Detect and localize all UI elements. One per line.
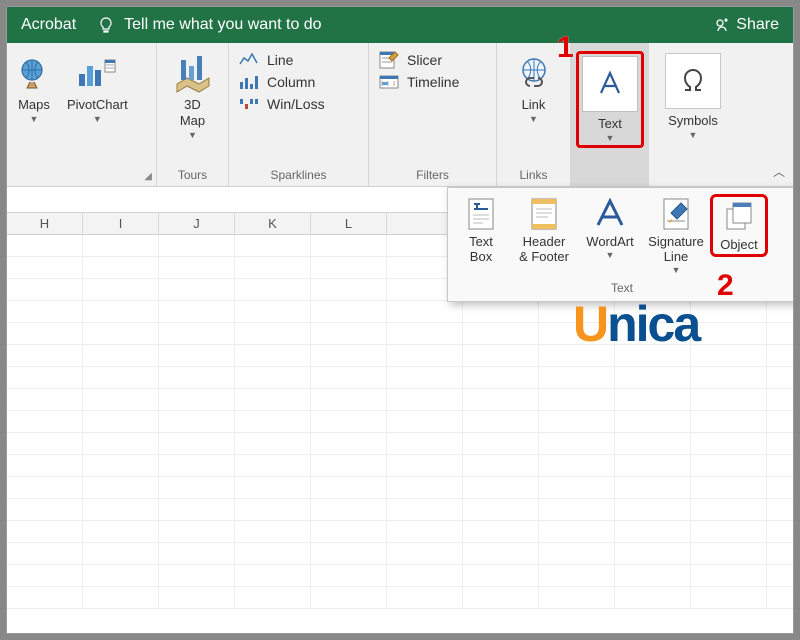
3d-map-label: 3D Map (180, 97, 205, 129)
chevron-down-icon: ▼ (93, 114, 102, 124)
sparkline-winloss-label: Win/Loss (267, 96, 325, 112)
share-button[interactable]: Share (714, 16, 779, 34)
omega-icon (665, 53, 721, 109)
wordart-label: WordArt (586, 234, 633, 249)
annotation-2: 2 (717, 269, 734, 303)
filters-group-label: Filters (369, 168, 496, 182)
slicer-button[interactable]: Slicer (379, 51, 486, 69)
chevron-down-icon: ▼ (672, 265, 681, 275)
text-label: Text (598, 116, 622, 132)
annotation-1: 1 (557, 31, 574, 65)
column-spark-icon (239, 73, 259, 91)
col-h[interactable]: H (7, 213, 83, 234)
chevron-down-icon: ▼ (188, 130, 197, 140)
signature-line-icon (658, 196, 694, 232)
header-footer-button[interactable]: Header & Footer (512, 194, 576, 266)
object-button[interactable]: Object (710, 194, 768, 257)
sparkline-line-button[interactable]: Line (239, 51, 358, 69)
sparkline-column-button[interactable]: Column (239, 73, 358, 91)
chevron-down-icon: ▼ (606, 250, 615, 260)
lightbulb-icon (98, 17, 114, 33)
watermark-rest: nica (607, 296, 699, 352)
sparkline-column-label: Column (267, 74, 315, 90)
app-window: Acrobat Tell me what you want to do Shar… (6, 6, 794, 634)
group-sparklines: Line Column Win/Loss Sparklines (229, 43, 369, 186)
sparklines-group-label: Sparklines (229, 168, 368, 182)
chevron-down-icon: ▼ (529, 114, 538, 124)
pivotchart-button[interactable]: PivotChart ▼ (61, 49, 134, 124)
3d-map-icon (172, 53, 214, 95)
titlebar: Acrobat Tell me what you want to do Shar… (7, 7, 793, 43)
signature-line-button[interactable]: Signature Line ▼ (644, 194, 708, 277)
text-icon (582, 56, 638, 112)
header-footer-icon (526, 196, 562, 232)
slicer-label: Slicer (407, 52, 442, 68)
chevron-down-icon: ▼ (606, 133, 615, 143)
text-box-label: Text Box (469, 234, 493, 264)
acrobat-tab[interactable]: Acrobat (21, 16, 76, 34)
symbols-label: Symbols (668, 113, 718, 129)
link-icon (513, 53, 555, 95)
col-k[interactable]: K (235, 213, 311, 234)
pivotchart-label: PivotChart (67, 97, 128, 113)
text-dropdown-panel: Text Box Header & Footer WordArt ▼ Sign (447, 187, 794, 302)
pivotchart-icon (76, 53, 118, 95)
timeline-label: Timeline (407, 74, 459, 90)
group-filters: Slicer Timeline Filters (369, 43, 497, 186)
wordart-button[interactable]: WordArt ▼ (578, 194, 642, 262)
ribbon: Maps ▼ PivotChart ▼ ◢ 3D Map (7, 43, 793, 187)
dialog-launcher-icon[interactable]: ◢ (144, 171, 152, 182)
dropdown-group-label: Text (452, 281, 792, 295)
group-charts: Maps ▼ PivotChart ▼ ◢ (7, 43, 157, 186)
group-text: Text ▼ (571, 43, 649, 186)
watermark-logo: Unica (573, 295, 699, 353)
symbols-button[interactable]: Symbols ▼ (649, 49, 737, 140)
sparkline-winloss-button[interactable]: Win/Loss (239, 95, 358, 113)
object-icon (721, 199, 757, 235)
tours-group-label: Tours (157, 168, 228, 182)
text-box-icon (463, 196, 499, 232)
sparkline-line-label: Line (267, 52, 293, 68)
text-box-button[interactable]: Text Box (452, 194, 510, 266)
slicer-icon (379, 51, 399, 69)
collapse-ribbon-icon[interactable]: ︿ (773, 163, 785, 180)
chevron-down-icon: ▼ (689, 130, 698, 140)
link-label: Link (522, 97, 546, 113)
watermark-u: U (573, 296, 607, 352)
globe-icon (13, 53, 55, 95)
maps-button[interactable]: Maps ▼ (7, 49, 61, 124)
col-i[interactable]: I (83, 213, 159, 234)
wordart-icon (592, 196, 628, 232)
col-j[interactable]: J (159, 213, 235, 234)
3d-map-button[interactable]: 3D Map ▼ (157, 49, 228, 140)
tell-me-input[interactable]: Tell me what you want to do (124, 16, 714, 34)
object-label: Object (720, 237, 758, 252)
header-footer-label: Header & Footer (519, 234, 569, 264)
line-spark-icon (239, 51, 259, 69)
text-button[interactable]: Text ▼ (581, 56, 639, 143)
timeline-icon (379, 73, 399, 91)
links-group-label: Links (497, 168, 570, 182)
timeline-button[interactable]: Timeline (379, 73, 486, 91)
group-tours: 3D Map ▼ Tours (157, 43, 229, 186)
share-label: Share (736, 16, 779, 34)
share-icon (714, 17, 730, 33)
col-l[interactable]: L (311, 213, 387, 234)
maps-label: Maps (18, 97, 50, 113)
group-symbols: Symbols ▼ (649, 43, 737, 186)
winloss-spark-icon (239, 95, 259, 113)
chevron-down-icon: ▼ (30, 114, 39, 124)
signature-line-label: Signature Line (648, 234, 704, 264)
